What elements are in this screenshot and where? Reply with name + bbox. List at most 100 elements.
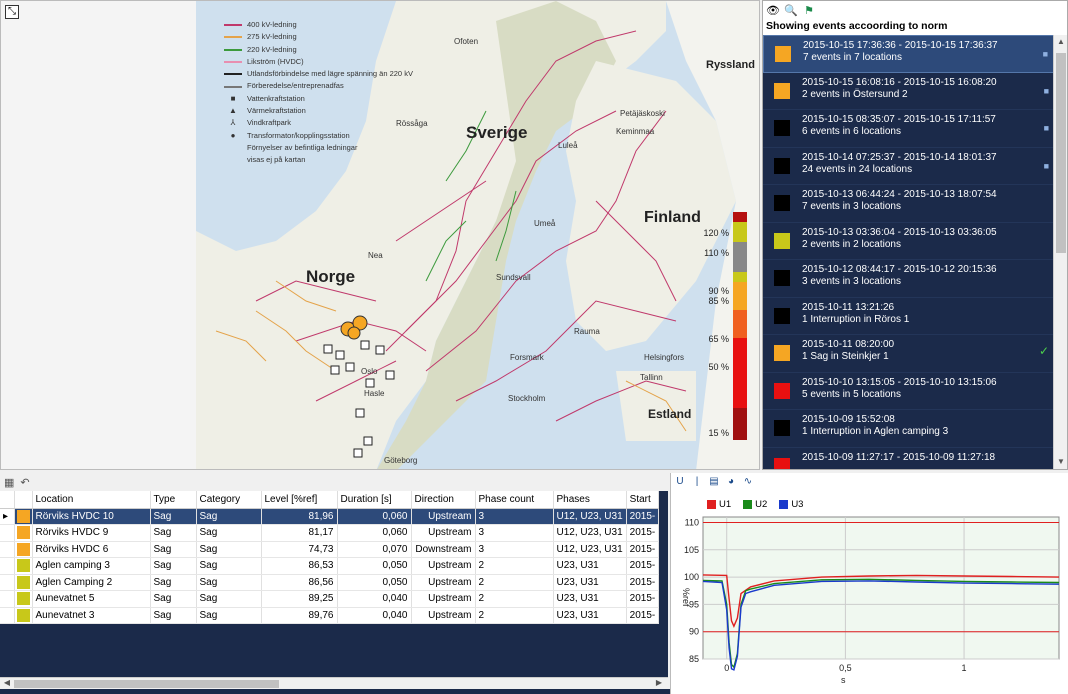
events-table-container: Location Type Category Level [%ref] Duration… xyxy=(0,491,668,689)
row-indicator[interactable] xyxy=(0,607,15,624)
scroll-down-icon[interactable]: ▼ xyxy=(1054,455,1067,469)
legend-symbol-icon: ▲ xyxy=(229,106,237,116)
expand-icon[interactable]: ⤡ xyxy=(5,5,19,19)
cell-type: Sag xyxy=(150,557,197,575)
table-row[interactable]: ▸ Rörviks HVDC 10 Sag Sag 81,96 0,060 Upstream… xyxy=(0,508,660,525)
table-row[interactable]: Aglen Camping 2 Sag Sag 86,56 0,050 Upstream 2… xyxy=(0,574,660,591)
grid-toolbar: ▦ ↶ xyxy=(0,473,668,491)
waveform-chart[interactable]: 8590951001051100 0,5 1s%ref xyxy=(671,489,1068,694)
map-view[interactable]: ⤡ 400 kV-ledning 275 kV-ledning 220 kV-l… xyxy=(0,0,760,470)
event-list-item[interactable]: 2015-10-12 08:44:17 - 2015-10-12 20:15:3… xyxy=(763,260,1055,298)
cell-level: 86,53 xyxy=(261,557,338,575)
events-scrollbar[interactable]: ▲ ▼ xyxy=(1053,35,1067,469)
event-description: 7 events in 7 locations xyxy=(803,52,902,63)
table-row[interactable]: Aunevatnet 3 Sag Sag 89,76 0,040 Upstream 2 U23… xyxy=(0,607,660,624)
legend-item: ▲ Värmekraftstation xyxy=(224,105,413,117)
x-tick-label: 1 xyxy=(962,663,967,673)
table-row[interactable]: Aunevatnet 5 Sag Sag 89,25 0,040 Upstream 2 U23… xyxy=(0,590,660,608)
scroll-left-icon[interactable]: ◀ xyxy=(0,676,14,689)
legend-label: Förnyelser av befintliga ledningar xyxy=(247,142,358,152)
event-description: 2 events in 2 locations xyxy=(802,238,901,250)
station-marker[interactable] xyxy=(353,448,363,458)
event-list-item[interactable]: 2015-10-14 07:25:37 - 2015-10-14 18:01:3… xyxy=(763,148,1055,185)
scale-label: 120 % xyxy=(703,228,729,238)
column-header[interactable]: Direction xyxy=(411,491,476,509)
column-header[interactable]: Type xyxy=(150,491,197,509)
row-indicator[interactable]: ▸ xyxy=(0,508,15,525)
table-row[interactable]: Rörviks HVDC 6 Sag Sag 74,73 0,070 Downstream… xyxy=(0,541,660,558)
legend-line-swatch xyxy=(224,36,242,39)
legend-line-swatch xyxy=(224,48,242,51)
legend-label: Utlandsförbindelse med lägre spänning än… xyxy=(247,69,413,79)
event-list-item[interactable]: 2015-10-11 13:21:26 1 Interruption in Rör… xyxy=(763,298,1055,335)
eye-icon[interactable]: 👁 xyxy=(765,2,781,18)
table-row[interactable]: Rörviks HVDC 9 Sag Sag 81,17 0,060 Upstream 3 U… xyxy=(0,524,660,542)
event-severity-swatch xyxy=(774,457,790,469)
y-tick-label: 110 xyxy=(685,517,699,527)
station-marker[interactable] xyxy=(375,345,385,355)
events-title: Showing events accoording to norm xyxy=(766,20,948,32)
legend-item: Likström (HVDC) xyxy=(224,56,413,68)
row-indicator[interactable] xyxy=(0,574,15,591)
events-list[interactable]: 2015-10-15 17:36:36 - 2015-10-15 17:36:3… xyxy=(763,35,1055,469)
scale-segment xyxy=(733,310,747,338)
station-marker[interactable] xyxy=(360,340,370,350)
cursor-icon[interactable]: | xyxy=(690,474,704,488)
column-header[interactable]: Level [%ref] xyxy=(261,491,338,509)
column-header[interactable]: Category xyxy=(196,491,262,509)
palette-icon[interactable]: ◕ xyxy=(724,474,738,488)
scale-segment xyxy=(733,212,747,222)
column-header[interactable]: Location xyxy=(32,491,151,509)
table-hscrollbar[interactable]: ◀ ▶ xyxy=(0,677,668,689)
row-indicator[interactable] xyxy=(0,557,15,575)
row-indicator[interactable] xyxy=(0,524,15,542)
station-marker[interactable] xyxy=(345,362,355,372)
cell-category: Sag xyxy=(196,541,262,558)
station-marker[interactable] xyxy=(385,370,395,380)
event-list-item[interactable]: 2015-10-11 08:20:00 1 Sag in Steinkjer 1 ✓ xyxy=(763,335,1055,373)
station-marker[interactable] xyxy=(335,350,345,360)
table-row[interactable]: Aglen camping 3 Sag Sag 86,53 0,050 Upstream 2… xyxy=(0,557,660,575)
scroll-up-icon[interactable]: ▲ xyxy=(1054,35,1067,49)
level-color-scale: 120 % 110 % 90 % 85 % 65 % 50 % 15 % xyxy=(691,206,759,468)
event-list-item[interactable]: 2015-10-13 06:44:24 - 2015-10-13 18:07:5… xyxy=(763,185,1055,223)
city-label: Oslo xyxy=(361,367,378,376)
event-list-item[interactable]: 2015-10-15 17:36:36 - 2015-10-15 17:36:3… xyxy=(763,35,1055,73)
magnet-icon[interactable]: U xyxy=(673,474,687,488)
legend-item: ■ Vattenkraftstation xyxy=(224,93,413,105)
events-scroll-thumb[interactable] xyxy=(1056,53,1066,253)
cell-category: Sag xyxy=(196,574,262,591)
event-list-item[interactable]: 2015-10-09 15:52:08 1 Interruption in Agl… xyxy=(763,410,1055,448)
event-list-item[interactable]: 2015-10-10 13:15:05 - 2015-10-10 13:15:0… xyxy=(763,373,1055,410)
scroll-right-icon[interactable]: ▶ xyxy=(652,676,666,689)
event-list-item[interactable]: 2015-10-15 16:08:16 - 2015-10-15 16:08:2… xyxy=(763,73,1055,110)
search-icon[interactable]: 🔍 xyxy=(783,2,799,18)
y-tick-label: 105 xyxy=(684,545,699,555)
event-list-item[interactable]: 2015-10-09 11:27:17 - 2015-10-09 11:27:1… xyxy=(763,448,1055,469)
undo-icon[interactable]: ↶ xyxy=(20,476,29,489)
wave-icon[interactable]: ∿ xyxy=(741,474,755,488)
row-indicator[interactable] xyxy=(0,541,15,558)
city-label: Helsingfors xyxy=(644,353,685,362)
station-marker[interactable] xyxy=(323,344,333,354)
event-list-item[interactable]: 2015-10-15 08:35:07 - 2015-10-15 17:11:5… xyxy=(763,110,1055,148)
row-indicator[interactable] xyxy=(0,590,15,608)
event-description: 24 events in 24 locations xyxy=(802,163,913,175)
event-list-item[interactable]: 2015-10-13 03:36:04 - 2015-10-13 03:36:0… xyxy=(763,223,1055,260)
column-header[interactable]: Duration [s] xyxy=(337,491,412,509)
station-marker[interactable] xyxy=(330,365,340,375)
station-marker[interactable] xyxy=(365,378,375,388)
table-icon[interactable]: ▤ xyxy=(707,474,721,488)
column-header[interactable]: Phase count xyxy=(475,491,554,509)
column-header[interactable]: Start xyxy=(626,491,660,509)
station-marker[interactable] xyxy=(363,436,373,446)
flag-icon[interactable]: ⚑ xyxy=(801,2,817,18)
table-hscroll-thumb[interactable] xyxy=(14,680,279,688)
column-header[interactable]: Phases xyxy=(553,491,627,509)
event-marker[interactable] xyxy=(347,326,361,340)
table-settings-icon[interactable]: ▦ xyxy=(4,476,14,489)
scale-segment xyxy=(733,338,747,408)
station-marker[interactable] xyxy=(355,408,365,418)
map-canvas[interactable]: 400 kV-ledning 275 kV-ledning 220 kV-ledni… xyxy=(196,1,759,469)
event-group-icon: ■ xyxy=(1043,123,1049,133)
